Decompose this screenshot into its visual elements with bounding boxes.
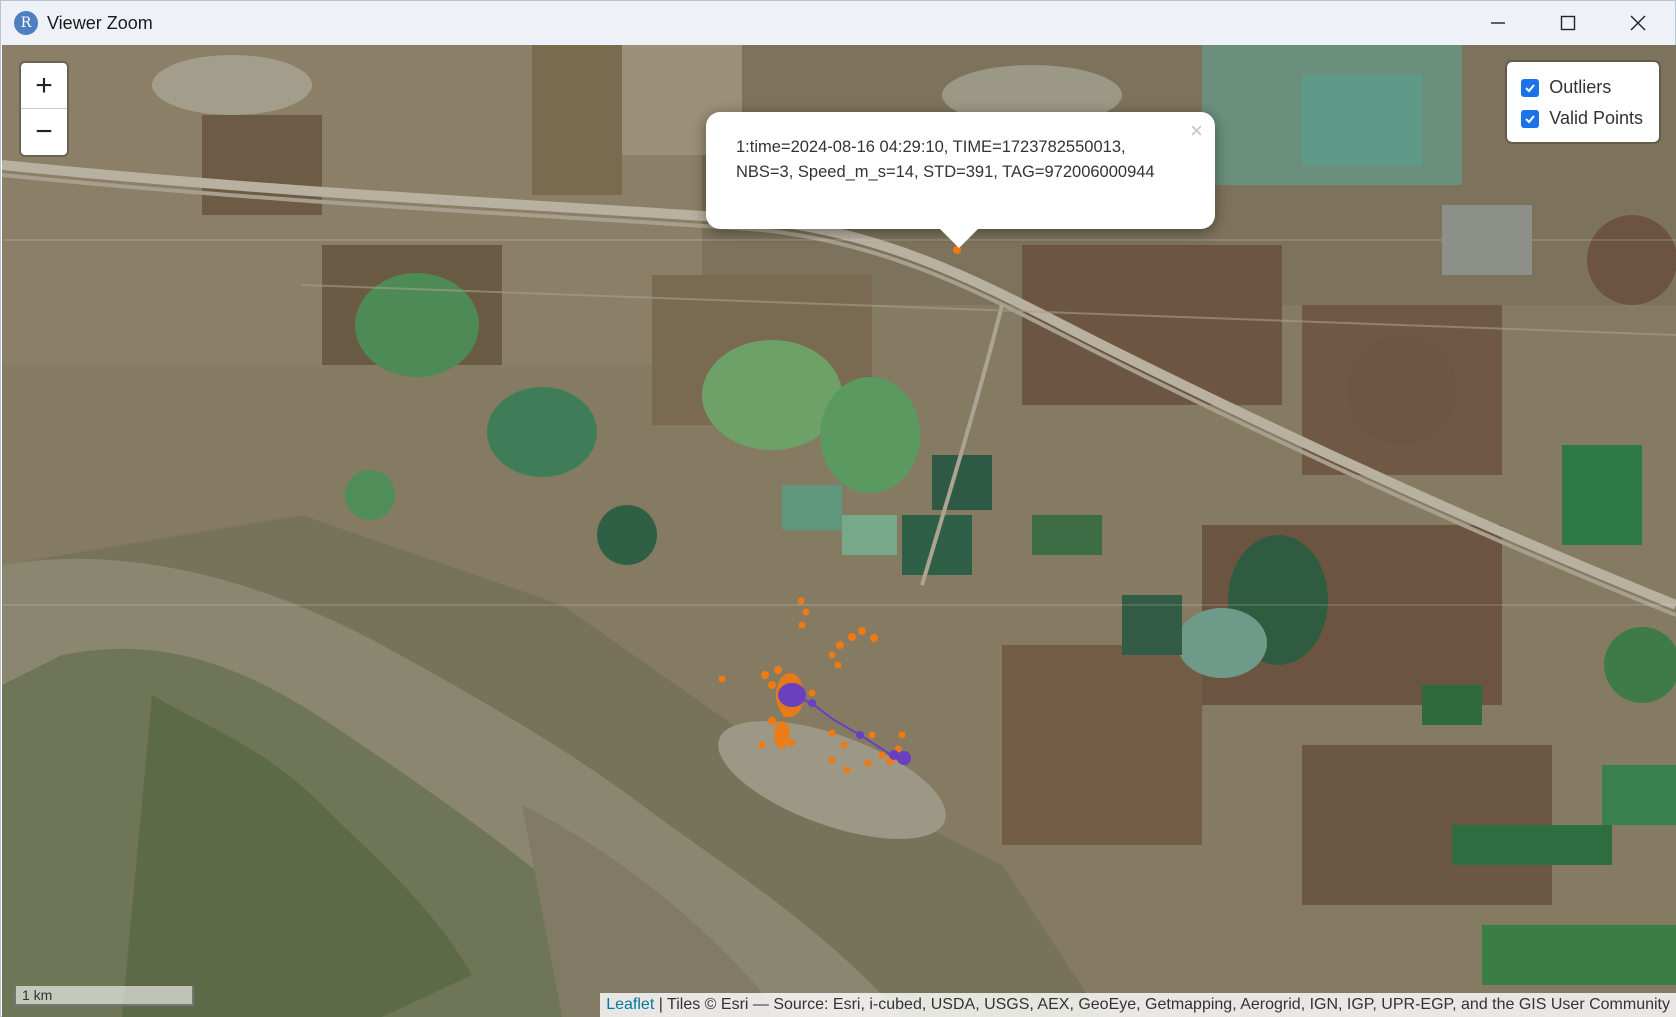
valid-points-checkbox[interactable]: [1521, 109, 1540, 128]
maximize-button[interactable]: [1533, 1, 1603, 45]
title-bar: R Viewer Zoom: [1, 1, 1675, 45]
viewer-window: R Viewer Zoom + − Outliers Valid Points …: [0, 0, 1676, 1017]
zoom-control: + −: [21, 63, 67, 155]
zoom-out-button[interactable]: −: [21, 109, 67, 155]
layer-outliers[interactable]: Outliers: [1521, 72, 1643, 103]
popup-tip: [939, 228, 979, 248]
checkmark-icon: [1525, 83, 1536, 92]
close-icon: [1630, 15, 1646, 31]
leaflet-link[interactable]: Leaflet: [606, 996, 654, 1013]
outliers-checkbox[interactable]: [1521, 78, 1540, 97]
popup-close-button[interactable]: ×: [1190, 118, 1203, 144]
layer-label: Valid Points: [1549, 108, 1643, 128]
checkmark-icon: [1525, 114, 1536, 123]
layer-control: Outliers Valid Points: [1507, 62, 1659, 142]
layer-valid-points[interactable]: Valid Points: [1521, 103, 1643, 134]
close-window-button[interactable]: [1603, 1, 1673, 45]
r-app-icon: R: [14, 11, 38, 35]
window-title: Viewer Zoom: [47, 13, 153, 33]
point-popup: 1:time=2024-08-16 04:29:10, TIME=1723782…: [706, 112, 1215, 248]
minimize-button[interactable]: [1463, 1, 1533, 45]
popup-content: 1:time=2024-08-16 04:29:10, TIME=1723782…: [736, 138, 1155, 181]
zoom-in-button[interactable]: +: [21, 63, 67, 109]
map-attribution: Leaflet | Tiles © Esri — Source: Esri, i…: [600, 993, 1676, 1017]
map-view[interactable]: + − Outliers Valid Points 1:time=2024-08…: [2, 45, 1676, 1017]
attribution-text: | Tiles © Esri — Source: Esri, i-cubed, …: [654, 996, 1670, 1013]
layer-label: Outliers: [1549, 77, 1612, 97]
scale-bar: 1 km: [14, 986, 194, 1006]
maximize-icon: [1560, 15, 1576, 31]
minimize-icon: [1491, 22, 1505, 24]
